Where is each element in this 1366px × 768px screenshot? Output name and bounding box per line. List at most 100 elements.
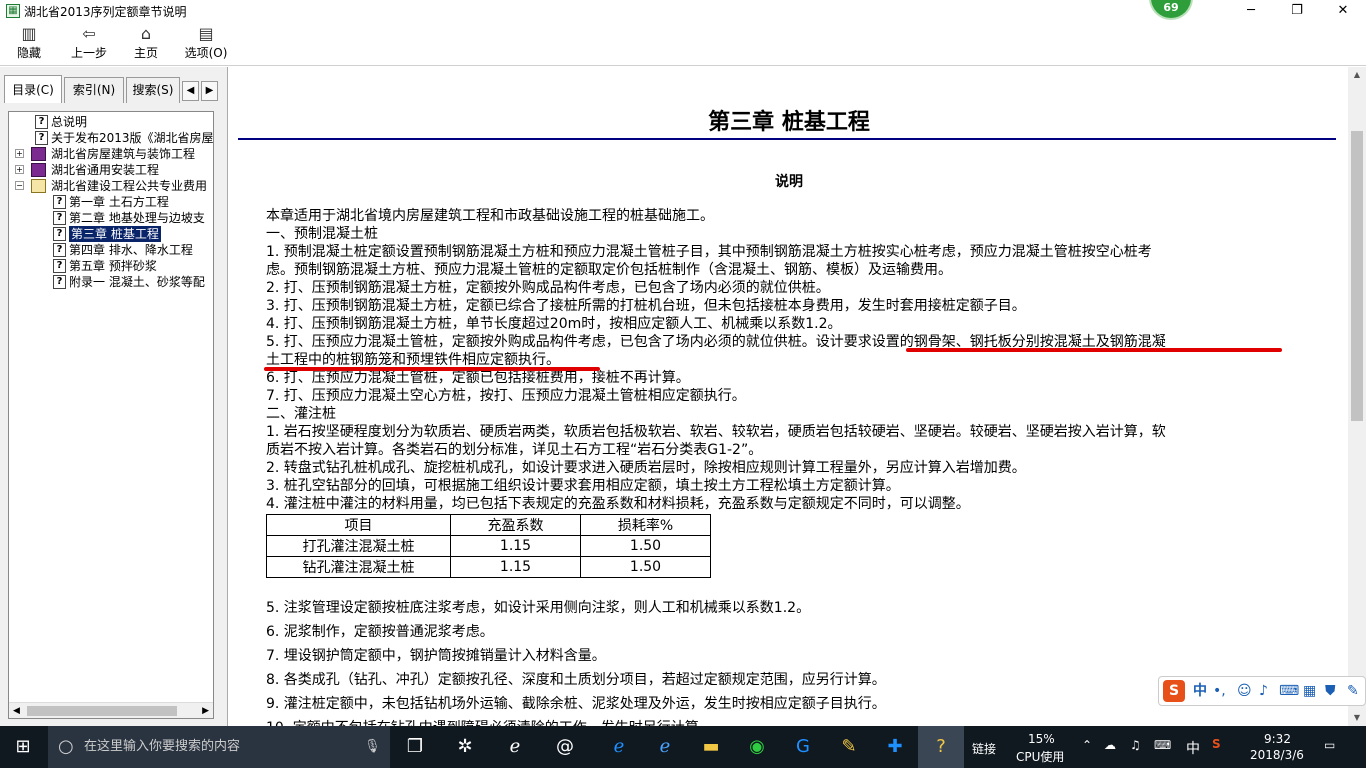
microphone-icon[interactable]: 🎙 <box>364 726 381 768</box>
table-cell: 1.50 <box>580 535 711 557</box>
tray-icon[interactable]: ☁ <box>1104 738 1116 752</box>
expand-icon[interactable]: + <box>15 149 24 158</box>
tree-item-label: 第五章 预拌砂浆 <box>69 259 157 273</box>
sogou-icon: S <box>1163 680 1185 702</box>
apps-icon[interactable]: ▦ <box>1303 677 1316 705</box>
punctuation-icon[interactable]: •, <box>1213 677 1226 705</box>
emoji-icon[interactable]: ☺ <box>1237 677 1252 705</box>
plus-app-icon[interactable]: ✚ <box>872 726 918 768</box>
options-button[interactable]: ▤ 选项(O) <box>182 24 230 64</box>
keyboard-icon[interactable]: ⌨ <box>1279 677 1299 705</box>
toolbar: ▥ 隐藏 ⇦ 上一步 ⌂ 主页 ▤ 选项(O) <box>0 22 1366 66</box>
back-button[interactable]: ⇦ 上一步 <box>64 24 114 64</box>
spiral-app-icon[interactable]: @ <box>542 726 588 768</box>
paragraph-line: 3. 打、压预制钢筋混凝土方桩，定额已综合了接桩所需的打桩机台班，但未包括接桩本… <box>266 298 1026 314</box>
table-cell: 1.15 <box>450 556 581 578</box>
contents-tree: ? 总说明 ? 关于发布2013版《湖北省房屋 + 湖北省房屋建筑与装饰工程 +… <box>8 111 214 719</box>
tab-contents[interactable]: 目录(C) <box>4 75 62 103</box>
paragraph-line: 7. 打、压预应力混凝土空心方桩，按打、压预应力混凝土管桩相应定额执行。 <box>266 388 746 404</box>
paragraph-line: 7. 埋设钢护筒定额中，钢护筒按摊销量计入材料含量。 <box>266 648 606 664</box>
paragraph-line: 2. 转盘式钻孔桩机成孔、旋挖桩机成孔，如设计要求进入硬质岩层时，除按相应规则计… <box>266 460 1026 476</box>
scroll-up-icon[interactable]: ▲ <box>1348 67 1366 83</box>
help-app-icon[interactable]: ? <box>918 726 964 768</box>
hide-button[interactable]: ▥ 隐藏 <box>8 24 50 64</box>
microphone-icon[interactable]: ♪ <box>1259 677 1268 705</box>
tab-scroll-left-icon[interactable]: ◀ <box>182 81 199 101</box>
windows-start-icon[interactable]: ⊞ <box>0 726 46 768</box>
ie-browser-icon[interactable]: ℯ <box>492 726 538 768</box>
sogou-tray-icon[interactable]: S <box>1212 737 1221 751</box>
table-cell: 钻孔灌注混凝土桩 <box>266 556 451 578</box>
home-button[interactable]: ⌂ 主页 <box>126 24 166 64</box>
links-label[interactable]: 链接 <box>972 740 996 757</box>
restore-button[interactable]: ❐ <box>1274 0 1320 22</box>
tools-icon[interactable]: ✎ <box>1347 677 1359 705</box>
table-cell: 1.50 <box>580 556 711 578</box>
app-icon: ▦ <box>6 4 20 18</box>
cpu-label: CPU使用 <box>1016 750 1065 764</box>
hide-icon: ▥ <box>21 24 37 43</box>
tree-item-label: 附录一 混凝土、砂浆等配 <box>69 275 205 289</box>
taskbar: ⊞ ○ 在这里输入你要搜索的内容 🎙 ❐ ✲ ℯ @ ℯ ℯ ▬ ◉ G ✎ ✚… <box>0 726 1366 768</box>
paragraph-line: 1. 预制混凝土桩定额设置预制钢筋混凝土方桩和预应力混凝土管桩子目，其中预制钢筋… <box>266 244 1152 260</box>
window-title: 湖北省2013序列定额章节说明 <box>24 5 187 19</box>
table-header: 损耗率% <box>580 514 711 536</box>
help-page-icon: ? <box>35 131 48 145</box>
title-divider <box>238 138 1336 140</box>
tree-item-label: 第二章 地基处理与边坡支 <box>69 211 205 225</box>
collapse-icon[interactable]: − <box>15 181 24 190</box>
minimize-button[interactable]: ─ <box>1228 0 1274 22</box>
content-body: 本章适用于湖北省境内房屋建筑工程和市政基础设施工程的桩基础施工。 一、预制混凝土… <box>266 207 1306 513</box>
taskbar-search[interactable]: ○ 在这里输入你要搜索的内容 🎙 <box>48 726 390 768</box>
scroll-down-icon[interactable]: ▼ <box>1348 710 1366 726</box>
clock-date[interactable]: 2018/3/6 <box>1250 748 1304 762</box>
table-row: 钻孔灌注混凝土桩 1.15 1.50 <box>266 556 711 578</box>
ie-icon[interactable]: ℯ <box>642 726 688 768</box>
green-app-icon[interactable]: ◉ <box>734 726 780 768</box>
notepad-icon[interactable]: ✎ <box>826 726 872 768</box>
fan-app-icon[interactable]: ✲ <box>442 726 488 768</box>
book-icon <box>31 147 46 161</box>
volume-icon[interactable]: ♫ <box>1130 738 1141 752</box>
performance-badge[interactable]: 69 <box>1151 0 1191 18</box>
file-explorer-icon[interactable]: ▬ <box>688 726 734 768</box>
open-book-icon <box>31 179 46 193</box>
cortana-icon: ○ <box>58 736 74 757</box>
ime-toolbar[interactable]: S 中 •, ☺ ♪ ⌨ ▦ ⛊ ✎ <box>1158 676 1366 706</box>
help-page-icon: ? <box>53 195 66 209</box>
table-row: 打孔灌注混凝土桩 1.15 1.50 <box>266 535 711 557</box>
edge-browser-icon[interactable]: ℯ <box>596 726 642 768</box>
tree-horizontal-scrollbar[interactable]: ◀ ▶ <box>9 702 213 718</box>
chapter-title: 第三章 桩基工程 <box>708 109 870 135</box>
ime-language[interactable]: 中 <box>1193 677 1207 705</box>
help-page-icon: ? <box>53 275 66 289</box>
content-vertical-scrollbar[interactable]: ▲ ▼ <box>1348 67 1366 726</box>
scroll-thumb[interactable] <box>27 706 177 716</box>
paragraph-line: 9. 灌注桩定额中，未包括钻机场外运输、截除余桩、泥浆处理及外运，发生时按相应定… <box>266 696 886 712</box>
scroll-left-icon[interactable]: ◀ <box>13 703 20 718</box>
scroll-thumb[interactable] <box>1351 131 1363 421</box>
scroll-right-icon[interactable]: ▶ <box>202 703 209 718</box>
content-pane: 第三章 桩基工程 说明 本章适用于湖北省境内房屋建筑工程和市政基础设施工程的桩基… <box>230 67 1348 726</box>
close-button[interactable]: ✕ <box>1320 0 1366 22</box>
tab-search[interactable]: 搜索(S) <box>126 77 180 103</box>
browser-g-icon[interactable]: G <box>780 726 826 768</box>
clock-time[interactable]: 9:32 <box>1264 732 1291 746</box>
section-subtitle: 说明 <box>775 174 803 190</box>
skin-icon[interactable]: ⛊ <box>1325 677 1336 705</box>
input-language[interactable]: 中 <box>1186 738 1200 758</box>
expand-icon[interactable]: + <box>15 165 24 174</box>
table-header: 项目 <box>266 514 451 536</box>
paragraph-line: 本章适用于湖北省境内房屋建筑工程和市政基础设施工程的桩基础施工。 <box>266 208 714 224</box>
red-underline-annotation <box>906 348 1282 352</box>
tab-index[interactable]: 索引(N) <box>64 77 124 103</box>
keyboard-icon[interactable]: ⌨ <box>1154 738 1171 752</box>
back-arrow-icon: ⇦ <box>82 24 96 43</box>
tray-up-icon[interactable]: ⌃ <box>1082 738 1092 752</box>
table-header: 充盈系数 <box>450 514 581 536</box>
tab-scroll-right-icon[interactable]: ▶ <box>201 81 218 101</box>
notification-icon[interactable]: ▭ <box>1324 738 1335 752</box>
paragraph-line: 8. 各类成孔（钻孔、冲孔）定额按孔径、深度和土质划分项目，若超过定额规定范围，… <box>266 672 886 688</box>
table-cell: 打孔灌注混凝土桩 <box>266 535 451 557</box>
task-view-icon[interactable]: ❐ <box>392 726 438 768</box>
